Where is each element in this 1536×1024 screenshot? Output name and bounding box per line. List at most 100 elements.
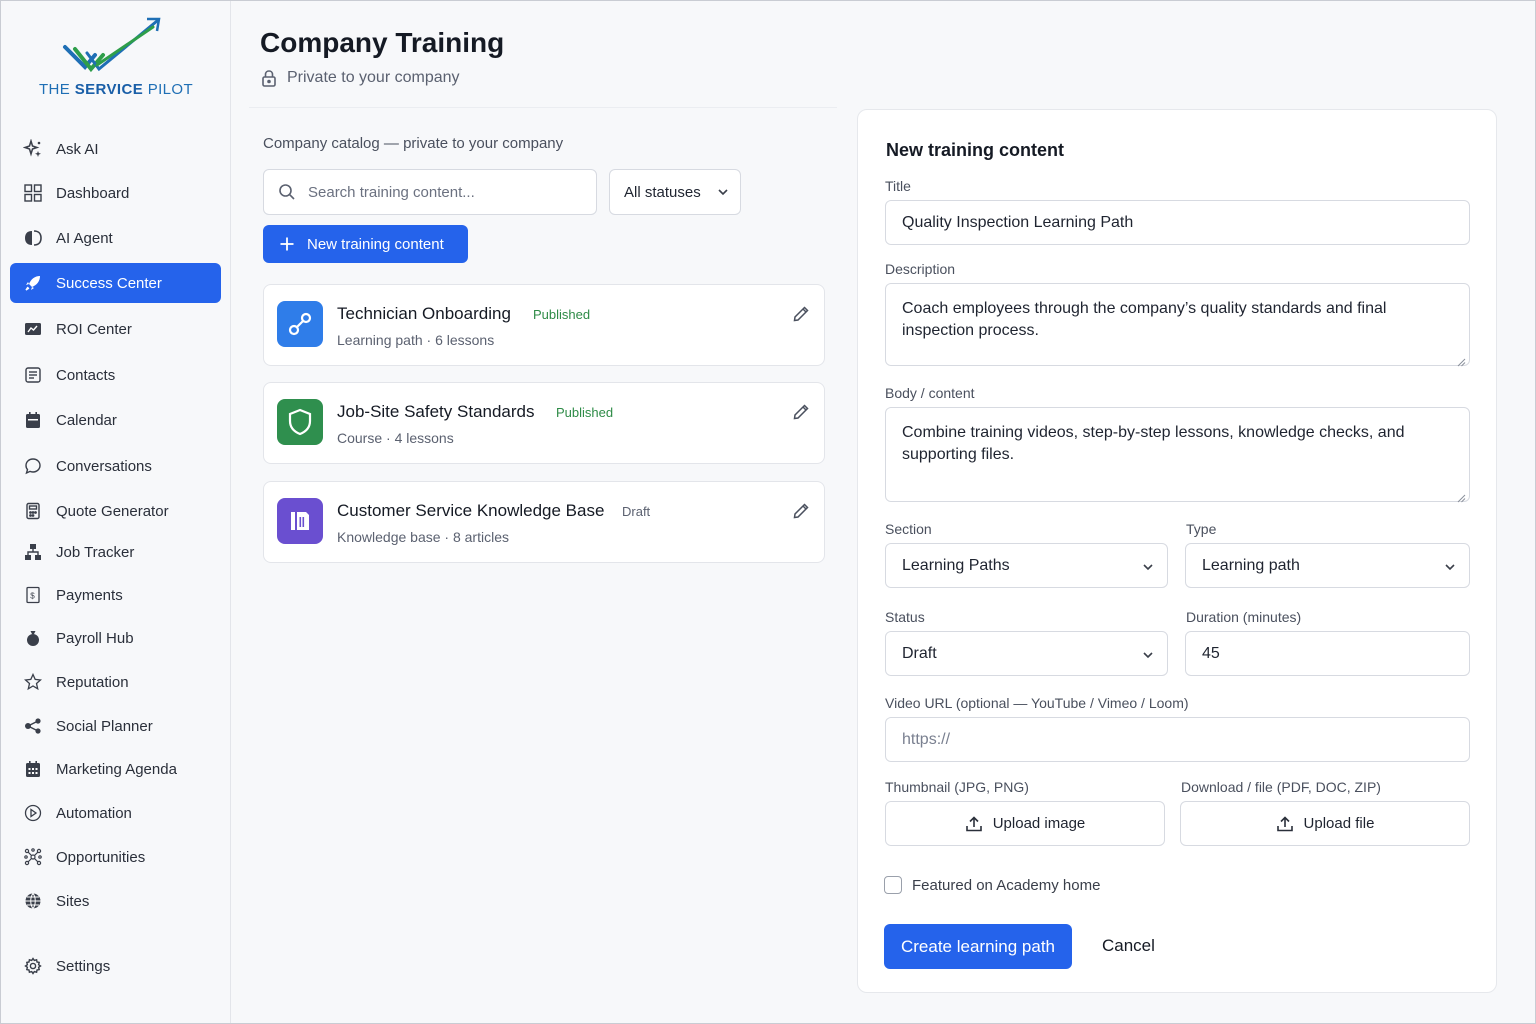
card-title: Job-Site Safety Standards — [337, 402, 535, 421]
status-filter-dropdown[interactable]: All statuses — [609, 169, 741, 215]
upload-icon — [1276, 815, 1294, 833]
sidebar-item-marketing-agenda[interactable]: Marketing Agenda — [10, 749, 221, 789]
section-select[interactable]: Learning Paths — [885, 543, 1168, 588]
sidebar-item-sites[interactable]: Sites — [10, 881, 221, 921]
type-value: Learning path — [1202, 556, 1300, 574]
status-select[interactable]: Draft — [885, 631, 1168, 676]
description-value: Coach employees through the company’s qu… — [902, 300, 1387, 339]
page-subtitle: Private to your company — [261, 69, 460, 87]
status-badge: Draft — [622, 504, 651, 519]
title-field[interactable]: Quality Inspection Learning Path — [885, 200, 1470, 245]
rocket-icon — [22, 272, 44, 294]
sidebar-item-payroll-hub[interactable]: Payroll Hub — [10, 618, 221, 658]
status-filter-value: All statuses — [624, 183, 701, 201]
sidebar-item-label: Conversations — [56, 457, 152, 475]
sidebar-item-job-tracker[interactable]: Job Tracker — [10, 532, 221, 572]
sidebar-item-label: Marketing Agenda — [56, 760, 177, 778]
sidebar-item-label: AI Agent — [56, 229, 113, 247]
card-meta: Learning path · 6 lessons — [337, 332, 495, 348]
calculator-icon — [22, 500, 44, 522]
new-training-form: New training content Title Quality Inspe… — [857, 109, 1497, 993]
video-url-box — [885, 717, 1470, 762]
catalog-label: Company catalog — private to your compan… — [263, 135, 564, 152]
chat-icon — [22, 455, 44, 477]
description-label: Description — [885, 261, 956, 277]
sidebar-item-label: Success Center — [56, 274, 162, 292]
sidebar-item-success-center[interactable]: Success Center — [10, 263, 221, 303]
card-meta: Knowledge base · 8 articles — [337, 529, 509, 545]
grid-icon — [22, 182, 44, 204]
upload-image-button[interactable]: Upload image — [885, 801, 1165, 846]
brand-logo[interactable]: THE SERVICE PILOT — [21, 15, 211, 105]
sidebar-item-dashboard[interactable]: Dashboard — [10, 173, 221, 213]
duration-label: Duration (minutes) — [1186, 609, 1302, 625]
globe-icon — [22, 890, 44, 912]
network-icon — [22, 541, 44, 563]
shield-icon — [277, 399, 323, 445]
type-label: Type — [1186, 521, 1217, 537]
sidebar-item-calendar[interactable]: Calendar — [10, 400, 221, 440]
sidebar-item-roi-center[interactable]: ROI Center — [10, 309, 221, 349]
training-card-customer-service-kb[interactable]: Customer Service Knowledge Base Draft Kn… — [263, 481, 825, 563]
sidebar-item-label: Quote Generator — [56, 502, 169, 520]
training-card-technician-onboarding[interactable]: Technician Onboarding Published Learning… — [263, 284, 825, 366]
edit-pencil-icon[interactable] — [792, 403, 810, 421]
description-textarea[interactable]: Coach employees through the company’s qu… — [885, 283, 1470, 367]
upload-icon — [965, 815, 983, 833]
resize-grip-icon[interactable] — [1456, 352, 1466, 367]
body-label: Body / content — [885, 385, 975, 401]
upload-image-label: Upload image — [992, 815, 1086, 832]
calendar-grid-icon — [22, 758, 44, 780]
sidebar-item-label: Contacts — [56, 366, 116, 384]
chevron-down-icon — [1141, 648, 1155, 662]
sidebar-item-label: Settings — [56, 957, 111, 975]
sidebar-item-quote-generator[interactable]: Quote Generator — [10, 491, 221, 531]
gear-icon — [22, 955, 44, 977]
sidebar-item-ask-ai[interactable]: Ask AI — [10, 129, 221, 169]
sidebar-item-label: Reputation — [56, 673, 129, 691]
sparkle-icon — [22, 138, 44, 160]
sidebar-item-automation[interactable]: Automation — [10, 793, 221, 833]
book-icon — [277, 498, 323, 544]
new-training-content-button[interactable]: New training content — [263, 225, 468, 263]
automation-icon — [22, 802, 44, 824]
create-learning-path-button[interactable]: Create learning path — [884, 924, 1072, 969]
body-textarea[interactable]: Combine training videos, step-by-step le… — [885, 407, 1470, 503]
star-icon — [22, 671, 44, 693]
video-url-input[interactable] — [902, 730, 1469, 749]
share-icon — [22, 715, 44, 737]
chart-icon — [22, 318, 44, 340]
sidebar-item-conversations[interactable]: Conversations — [10, 446, 221, 486]
status-value: Draft — [902, 644, 937, 662]
title-field-value: Quality Inspection Learning Path — [902, 213, 1134, 231]
search-input[interactable] — [308, 183, 578, 201]
type-select[interactable]: Learning path — [1185, 543, 1470, 588]
sidebar-item-contacts[interactable]: Contacts — [10, 355, 221, 395]
sidebar-item-settings[interactable]: Settings — [10, 946, 221, 986]
search-icon — [278, 183, 296, 201]
sidebar-item-ai-agent[interactable]: AI Agent — [10, 218, 221, 258]
body-value: Combine training videos, step-by-step le… — [902, 424, 1405, 463]
duration-field[interactable]: 45 — [1185, 631, 1470, 676]
sidebar-item-reputation[interactable]: Reputation — [10, 662, 221, 702]
sidebar-item-payments[interactable]: $ Payments — [10, 575, 221, 615]
sidebar-item-social-planner[interactable]: Social Planner — [10, 706, 221, 746]
page-subtitle-text: Private to your company — [287, 69, 460, 86]
featured-checkbox[interactable] — [884, 876, 902, 894]
logo-checkmark-icon — [63, 17, 161, 73]
edit-pencil-icon[interactable] — [792, 502, 810, 520]
sidebar-item-label: Social Planner — [56, 717, 153, 735]
sidebar-item-label: Job Tracker — [56, 543, 135, 561]
contacts-icon — [22, 364, 44, 386]
upload-file-button[interactable]: Upload file — [1180, 801, 1470, 846]
resize-grip-icon[interactable] — [1456, 488, 1466, 503]
cancel-button[interactable]: Cancel — [1102, 936, 1155, 956]
sidebar-item-opportunities[interactable]: Opportunities — [10, 837, 221, 877]
sidebar-item-label: Opportunities — [56, 848, 146, 866]
sidebar-item-label: Calendar — [56, 411, 117, 429]
edit-pencil-icon[interactable] — [792, 305, 810, 323]
training-card-job-site-safety[interactable]: Job-Site Safety Standards Published Cour… — [263, 382, 825, 464]
title-label: Title — [885, 178, 911, 194]
app-window: THE SERVICE PILOT Ask AI Dashboard AI Ag… — [0, 0, 1536, 1024]
duration-value: 45 — [1202, 644, 1220, 662]
